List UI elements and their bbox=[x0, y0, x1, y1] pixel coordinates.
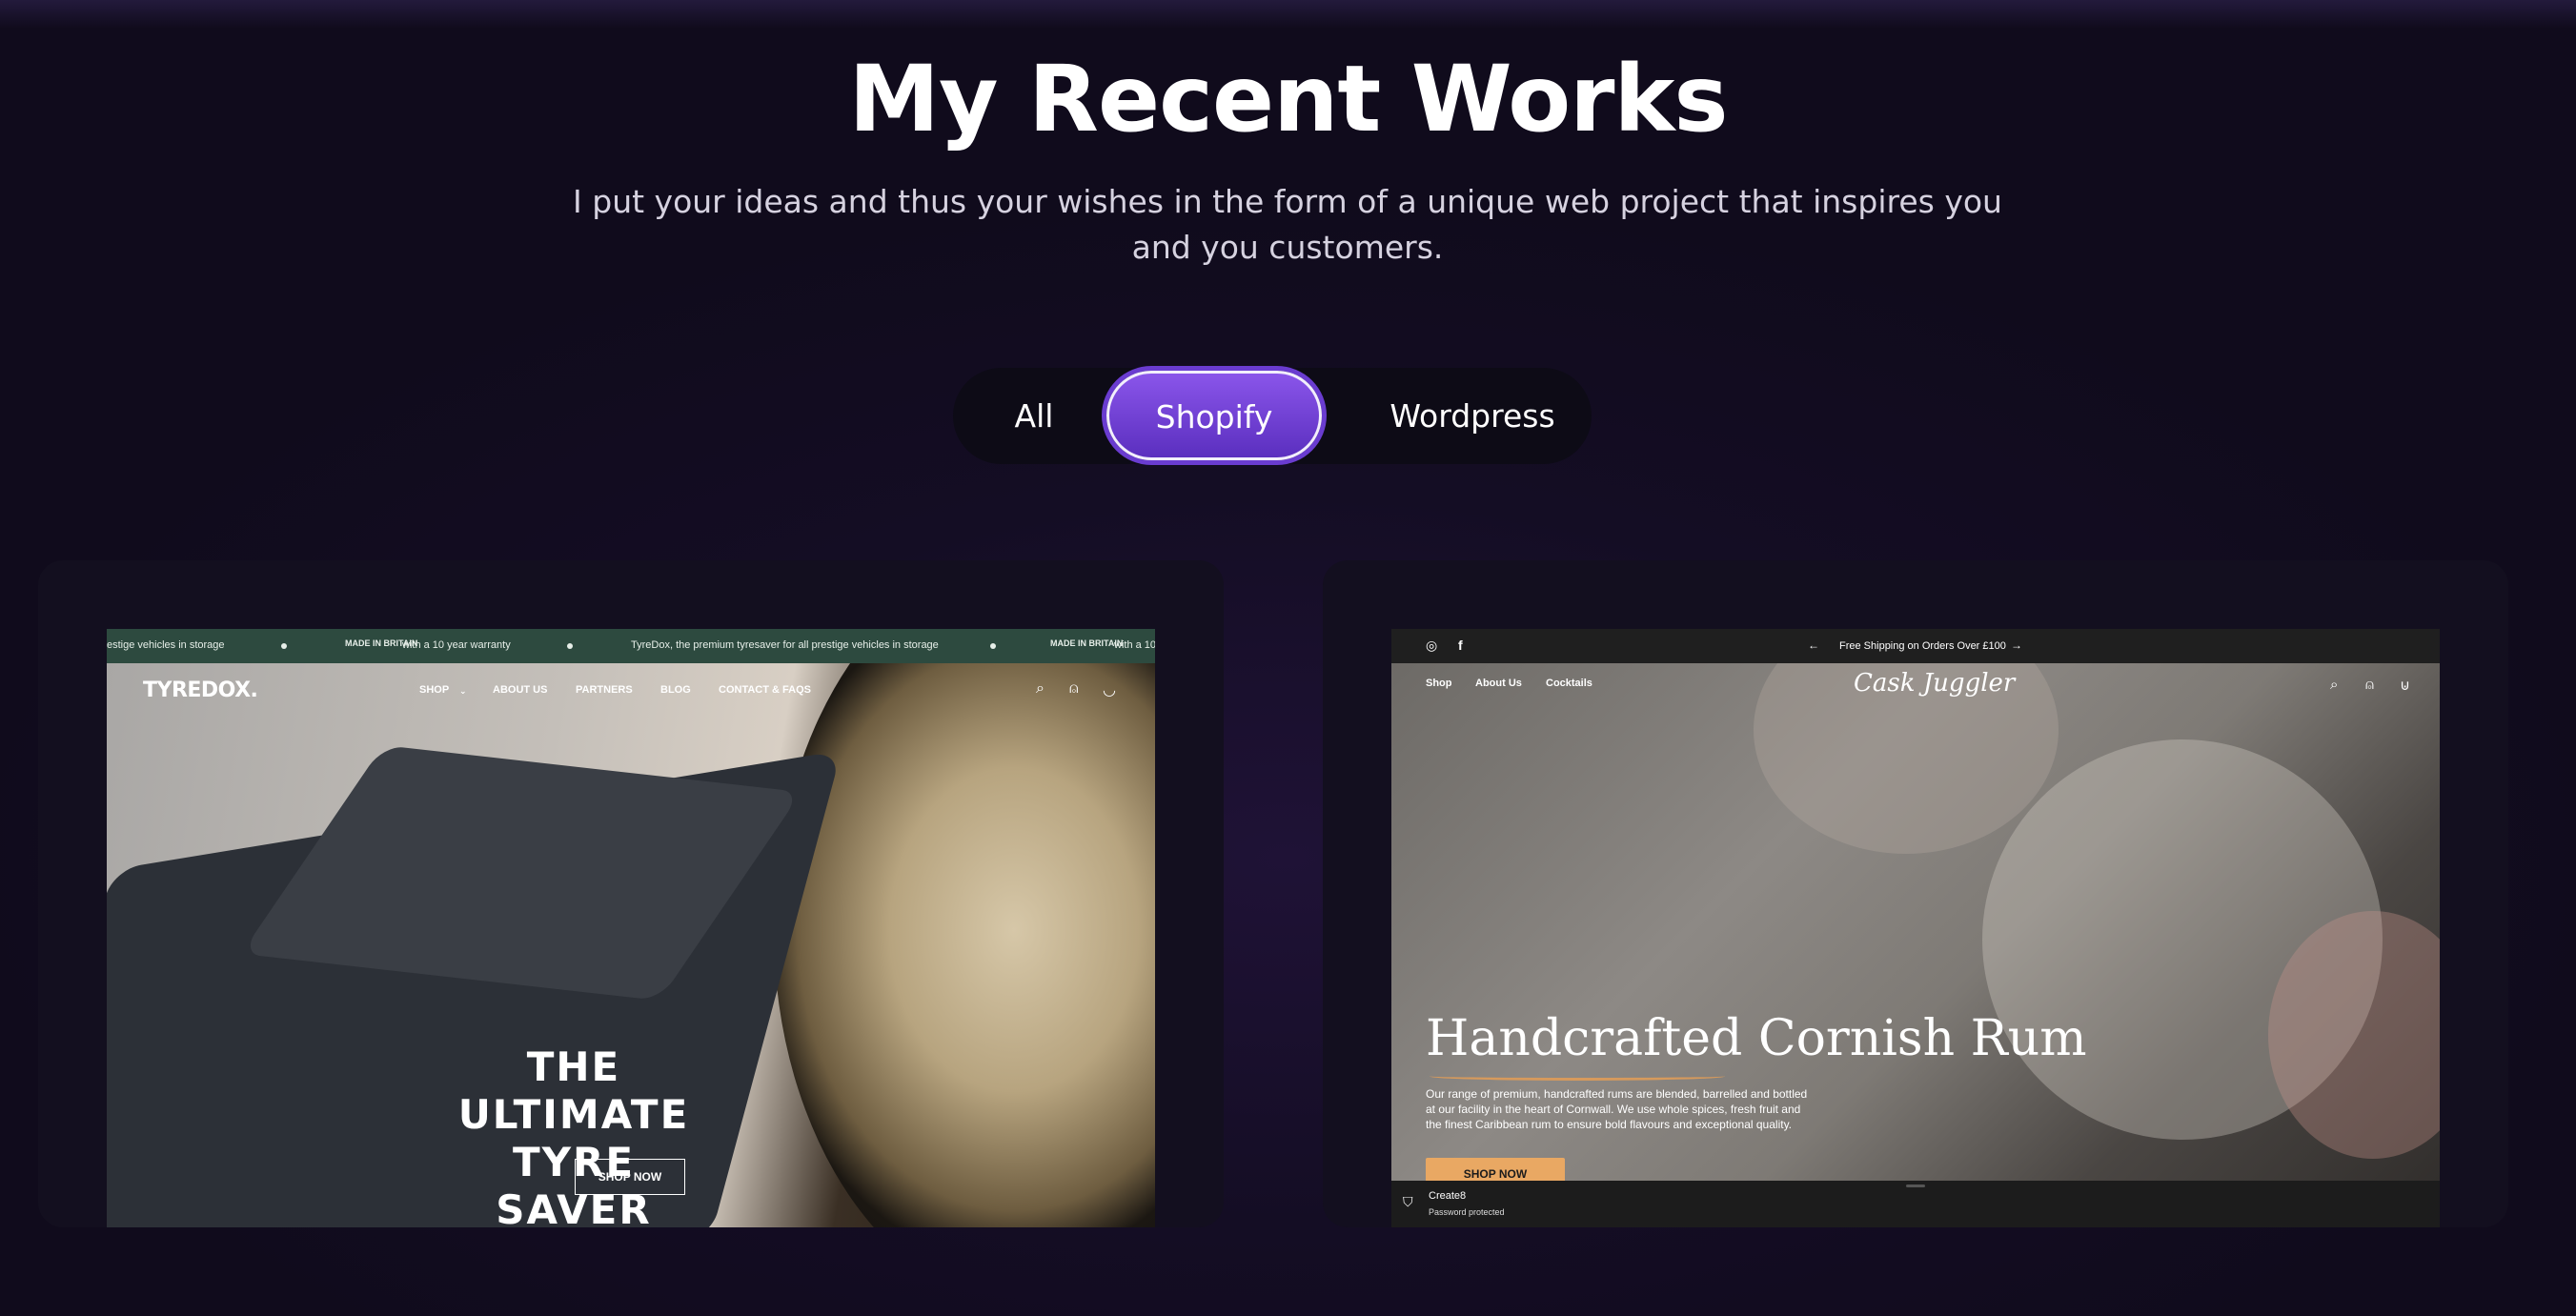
hero-description: Our range of premium, handcrafted rums a… bbox=[1426, 1087, 1808, 1131]
made-in-britain-badge: MADE IN BRITAIN bbox=[1050, 638, 1124, 648]
password-footer: ⛉ Create8 Password protected bbox=[1391, 1181, 2440, 1227]
hero-headline: THE ULTIMATE TYRE SAVER bbox=[457, 1043, 690, 1227]
page-subtitle: I put your ideas and thus your wishes in… bbox=[573, 183, 2002, 266]
announcement-text: estige vehicles in storage bbox=[107, 639, 225, 651]
chevron-down-icon: ⌄ bbox=[459, 686, 467, 696]
project-screenshot: estige vehicles in storage MADE IN BRITA… bbox=[107, 629, 1155, 1227]
announcement-bar: ◎ f ← Free Shipping on Orders Over £100 … bbox=[1391, 629, 2440, 663]
shop-now-button[interactable]: SHOP NOW bbox=[575, 1159, 685, 1195]
announcement-text: with a 10 year warranty bbox=[402, 639, 511, 651]
nav-partners[interactable]: PARTNERS bbox=[576, 684, 633, 696]
page-title: My Recent Works bbox=[848, 46, 1729, 152]
dot-icon bbox=[990, 643, 996, 649]
project-screenshot: ◎ f ← Free Shipping on Orders Over £100 … bbox=[1391, 629, 2440, 1227]
instagram-icon[interactable]: ◎ bbox=[1426, 638, 1437, 654]
search-icon[interactable]: ⌕ bbox=[1036, 680, 1045, 698]
dot-icon bbox=[281, 643, 287, 649]
dot-icon bbox=[567, 643, 573, 649]
filter-tab-all[interactable]: All bbox=[953, 368, 1115, 464]
cart-icon[interactable]: ◡ bbox=[1103, 680, 1116, 699]
project-card-tyredox[interactable]: estige vehicles in storage MADE IN BRITA… bbox=[38, 560, 1224, 1227]
facebook-icon[interactable]: f bbox=[1458, 638, 1463, 653]
nav-cocktails[interactable]: Cocktails bbox=[1546, 678, 1592, 689]
search-icon[interactable]: ⌕ bbox=[2330, 677, 2338, 693]
filter-tab-wordpress[interactable]: Wordpress bbox=[1353, 368, 1592, 464]
category-filter: All Shopify Wordpress bbox=[953, 368, 1592, 464]
site-logo[interactable]: TYREDOX. bbox=[143, 678, 258, 702]
headline-underline bbox=[1430, 1072, 1725, 1081]
nav-about-us[interactable]: ABOUT US bbox=[493, 684, 547, 696]
arrow-left-icon[interactable]: ← bbox=[1808, 638, 1819, 652]
account-icon[interactable]: ⍝ bbox=[1069, 680, 1079, 698]
project-card-cask-juggler[interactable]: ◎ f ← Free Shipping on Orders Over £100 … bbox=[1323, 560, 2508, 1227]
hero-headline: Handcrafted Cornish Rum bbox=[1426, 1010, 2087, 1067]
nav-blog[interactable]: BLOG bbox=[660, 684, 691, 696]
account-icon[interactable]: ⍝ bbox=[2365, 677, 2374, 693]
store-name: Create8 bbox=[1429, 1190, 1467, 1202]
nav-shop[interactable]: Shop bbox=[1426, 678, 1452, 689]
password-status: Password protected bbox=[1429, 1207, 1505, 1217]
drag-handle[interactable] bbox=[1906, 1184, 1925, 1187]
nav-shop[interactable]: SHOP bbox=[419, 684, 449, 696]
announcement-text: TyreDox, the premium tyresaver for all p… bbox=[631, 639, 939, 651]
nav-about-us[interactable]: About Us bbox=[1475, 678, 1522, 689]
top-glow bbox=[0, 0, 2576, 29]
wheel-image bbox=[774, 663, 1155, 1227]
announcement-bar: estige vehicles in storage MADE IN BRITA… bbox=[107, 629, 1155, 663]
filter-tab-shopify[interactable]: Shopify bbox=[1106, 371, 1322, 460]
nav-contact[interactable]: CONTACT & FAQS bbox=[719, 684, 811, 696]
hero-image bbox=[1391, 663, 2440, 1227]
announcement-text: Free Shipping on Orders Over £100 bbox=[1839, 640, 2006, 652]
shopify-bag-icon: ⛉ bbox=[1403, 1194, 1413, 1209]
arrow-right-icon[interactable]: → bbox=[2011, 638, 2022, 652]
announcement-text: with a 10 bbox=[1114, 639, 1155, 651]
site-logo[interactable]: Cask Juggler bbox=[1854, 669, 2015, 698]
cart-icon[interactable]: ⊍ bbox=[2400, 677, 2410, 694]
site-header: TYREDOX. SHOP ⌄ ABOUT US PARTNERS BLOG C… bbox=[107, 663, 1155, 717]
